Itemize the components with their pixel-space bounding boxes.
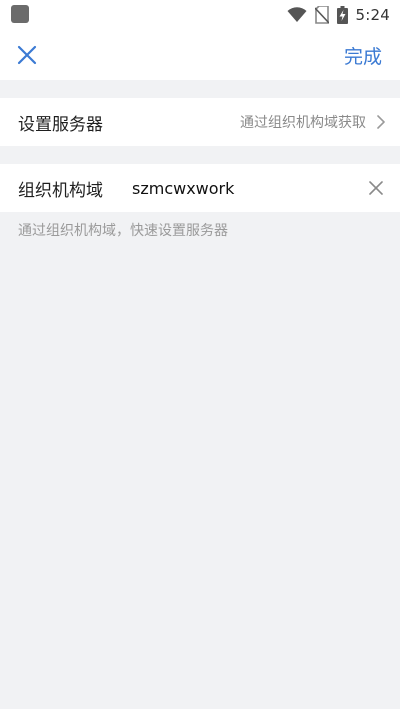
wifi-icon bbox=[287, 7, 307, 22]
status-icons: 5:24 bbox=[287, 4, 390, 26]
close-icon bbox=[17, 45, 37, 65]
org-domain-label: 组织机构域 bbox=[18, 181, 103, 201]
battery-charging-icon bbox=[336, 6, 348, 24]
nav-bar: 完成 bbox=[0, 30, 400, 80]
status-time: 5:24 bbox=[355, 6, 390, 24]
no-sim-icon bbox=[314, 6, 329, 24]
close-button[interactable] bbox=[10, 38, 44, 72]
set-server-value: 通过组织机构域获取 bbox=[240, 115, 366, 131]
org-domain-row: 组织机构域 bbox=[0, 164, 400, 212]
org-domain-input[interactable] bbox=[132, 174, 352, 202]
set-server-label: 设置服务器 bbox=[18, 115, 103, 135]
hint-text: 通过组织机构域，快速设置服务器 bbox=[18, 223, 228, 239]
clear-input-icon[interactable] bbox=[366, 178, 386, 198]
app-notification-icon bbox=[11, 5, 29, 23]
done-button[interactable]: 完成 bbox=[344, 42, 382, 69]
status-bar: 5:24 bbox=[0, 0, 400, 30]
set-server-row[interactable]: 设置服务器 通过组织机构域获取 bbox=[0, 98, 400, 146]
chevron-right-icon bbox=[377, 115, 385, 129]
